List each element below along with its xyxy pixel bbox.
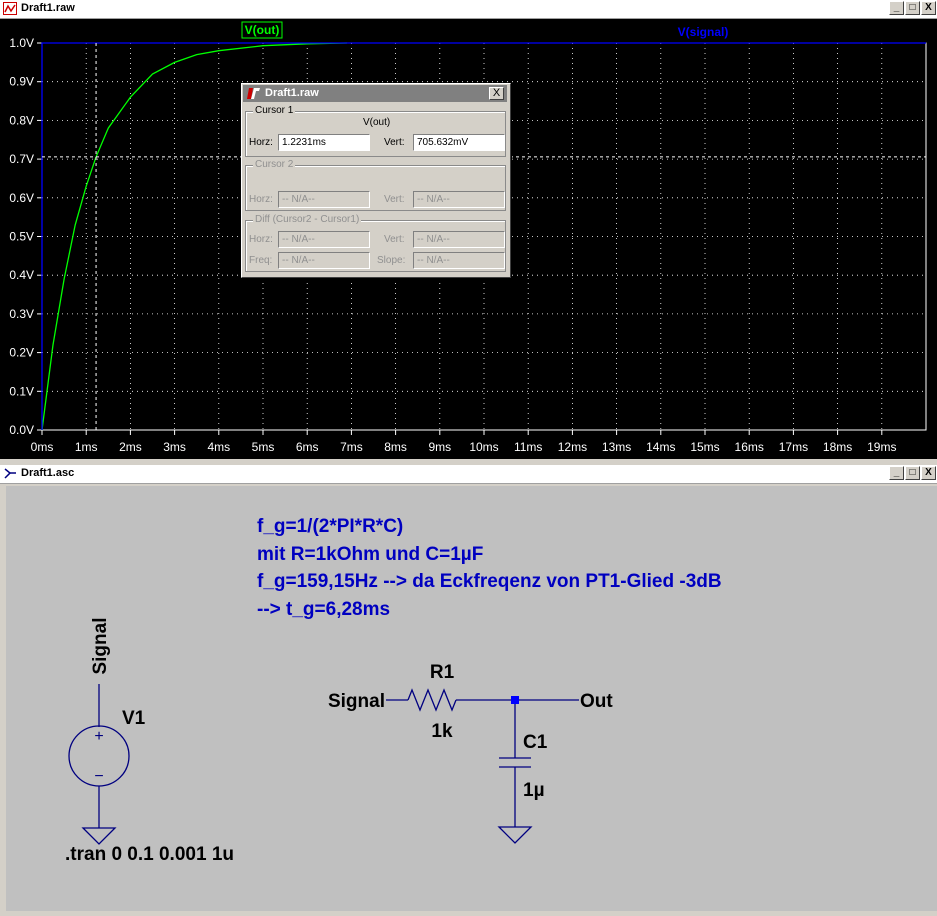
diff-vert-field[interactable]: -- N/A-- [413, 231, 505, 248]
x-tick-label: 19ms [867, 440, 896, 454]
x-tick-label: 14ms [646, 440, 675, 454]
cursor-dialog-titlebar[interactable]: Draft1.raw X [243, 85, 507, 102]
waveform-titlebar[interactable]: Draft1.raw _ □ X [0, 0, 937, 19]
x-tick-label: 16ms [735, 440, 764, 454]
waveform-minimize-button[interactable]: _ [889, 1, 904, 15]
y-tick-label: 0.9V [9, 75, 34, 89]
x-tick-label: 6ms [296, 440, 319, 454]
y-tick-label: 0.2V [9, 346, 34, 360]
cursor1-vert-label: Vert: [384, 137, 405, 148]
note-line-1[interactable]: f_g=1/(2*PI*R*C) [257, 516, 403, 537]
cursor2-horz-label: Horz: [249, 194, 273, 205]
x-tick-label: 1ms [75, 440, 98, 454]
schematic-canvas[interactable]: f_g=1/(2*PI*R*C) mit R=1kOhm und C=1µF f… [6, 486, 937, 911]
cursor1-legend: Cursor 1 [253, 105, 296, 116]
cursor2-vert-field[interactable]: -- N/A-- [413, 191, 505, 208]
y-tick-label: 0.7V [9, 152, 34, 166]
x-tick-label: 4ms [207, 440, 230, 454]
r1-name-label[interactable]: R1 [430, 662, 455, 683]
v1-net-label[interactable]: Signal [90, 617, 111, 674]
x-tick-label: 10ms [469, 440, 498, 454]
vsignal-trace-label[interactable]: V(signal) [678, 25, 729, 39]
diff-group: Diff (Cursor2 - Cursor1) Horz: -- N/A-- … [245, 214, 506, 272]
x-tick-label: 7ms [340, 440, 363, 454]
x-tick-label: 3ms [163, 440, 186, 454]
input-net-label[interactable]: Signal [328, 691, 385, 712]
diff-horz-label: Horz: [249, 234, 273, 245]
cursor1-horz-label: Horz: [249, 137, 273, 148]
c1-name-label[interactable]: C1 [523, 732, 548, 753]
y-tick-label: 1.0V [9, 36, 34, 50]
cursor-dialog: Draft1.raw X Cursor 1 V(out) Horz: 1.223… [241, 83, 511, 278]
y-tick-label: 0.3V [9, 307, 34, 321]
diff-vert-label: Vert: [384, 234, 405, 245]
ltspice-logo-icon [247, 88, 260, 99]
r1-value-label[interactable]: 1k [431, 721, 453, 742]
diff-slope-label: Slope: [377, 255, 406, 266]
x-tick-label: 8ms [384, 440, 407, 454]
v1-minus-sign: − [94, 768, 103, 785]
cursor-dialog-close-button[interactable]: X [489, 87, 504, 100]
c1-value-label[interactable]: 1µ [523, 780, 545, 801]
cursor2-horz-field[interactable]: -- N/A-- [278, 191, 370, 208]
cursor2-vert-label: Vert: [384, 194, 405, 205]
x-tick-label: 2ms [119, 440, 142, 454]
schematic-restore-button[interactable]: □ [905, 466, 920, 480]
v1-ground-symbol[interactable] [81, 827, 117, 845]
cursor2-group: Cursor 2 Horz: -- N/A-- Vert: -- N/A-- [245, 159, 506, 211]
cursor2-legend: Cursor 2 [253, 159, 296, 170]
waveform-window-title: Draft1.raw [21, 2, 75, 14]
x-tick-label: 12ms [558, 440, 587, 454]
diff-freq-field[interactable]: -- N/A-- [278, 252, 370, 269]
cursor-dialog-title: Draft1.raw [265, 87, 319, 99]
x-tick-label: 13ms [602, 440, 631, 454]
diff-slope-field[interactable]: -- N/A-- [413, 252, 505, 269]
cursor1-horz-field[interactable]: 1.2231ms [278, 134, 370, 151]
y-tick-label: 0.1V [9, 384, 34, 398]
waveform-close-button[interactable]: X [921, 1, 936, 15]
x-tick-label: 17ms [779, 440, 808, 454]
c1-ground-symbol[interactable] [497, 826, 533, 844]
tran-directive[interactable]: .tran 0 0.1 0.001 1u [65, 844, 234, 865]
x-tick-label: 9ms [428, 440, 451, 454]
vout-trace-label[interactable]: V(out) [245, 23, 280, 37]
y-tick-label: 0.8V [9, 113, 34, 127]
waveform-restore-button[interactable]: □ [905, 1, 920, 15]
schematic-drawing[interactable]: f_g=1/(2*PI*R*C) mit R=1kOhm und C=1µF f… [6, 486, 937, 911]
note-line-2[interactable]: mit R=1kOhm und C=1µF [257, 544, 483, 565]
v1-plus-sign: + [94, 728, 103, 745]
schematic-window-title: Draft1.asc [21, 467, 75, 479]
x-tick-label: 5ms [252, 440, 275, 454]
schematic-close-button[interactable]: X [921, 466, 936, 480]
r1-resistor-symbol[interactable] [407, 688, 457, 712]
schematic-app-icon [4, 468, 16, 479]
note-line-4[interactable]: --> t_g=6,28ms [257, 599, 390, 620]
y-tick-label: 0.4V [9, 268, 34, 282]
junction-dot [511, 696, 519, 704]
schematic-minimize-button[interactable]: _ [889, 466, 904, 480]
schematic-titlebar[interactable]: Draft1.asc _ □ X [0, 465, 937, 484]
x-tick-label: 0ms [31, 440, 54, 454]
diff-freq-label: Freq: [249, 255, 273, 266]
x-tick-label: 11ms [514, 440, 542, 454]
output-net-label[interactable]: Out [580, 691, 613, 712]
y-tick-label: 0.6V [9, 191, 34, 205]
y-tick-label: 0.0V [9, 423, 34, 437]
cursor1-vert-field[interactable]: 705.632mV [413, 134, 505, 151]
y-tick-label: 0.5V [9, 230, 34, 244]
x-tick-label: 18ms [823, 440, 852, 454]
cursor1-trace-name: V(out) [363, 117, 391, 128]
cursor1-group: Cursor 1 V(out) Horz: 1.2231ms Vert: 705… [245, 105, 506, 157]
diff-legend: Diff (Cursor2 - Cursor1) [253, 214, 362, 225]
v1-name-label[interactable]: V1 [122, 708, 146, 729]
note-line-3[interactable]: f_g=159,15Hz --> da Eckfreqenz von PT1-G… [257, 571, 722, 592]
diff-horz-field[interactable]: -- N/A-- [278, 231, 370, 248]
x-tick-label: 15ms [690, 440, 719, 454]
waveform-app-icon [3, 2, 17, 15]
